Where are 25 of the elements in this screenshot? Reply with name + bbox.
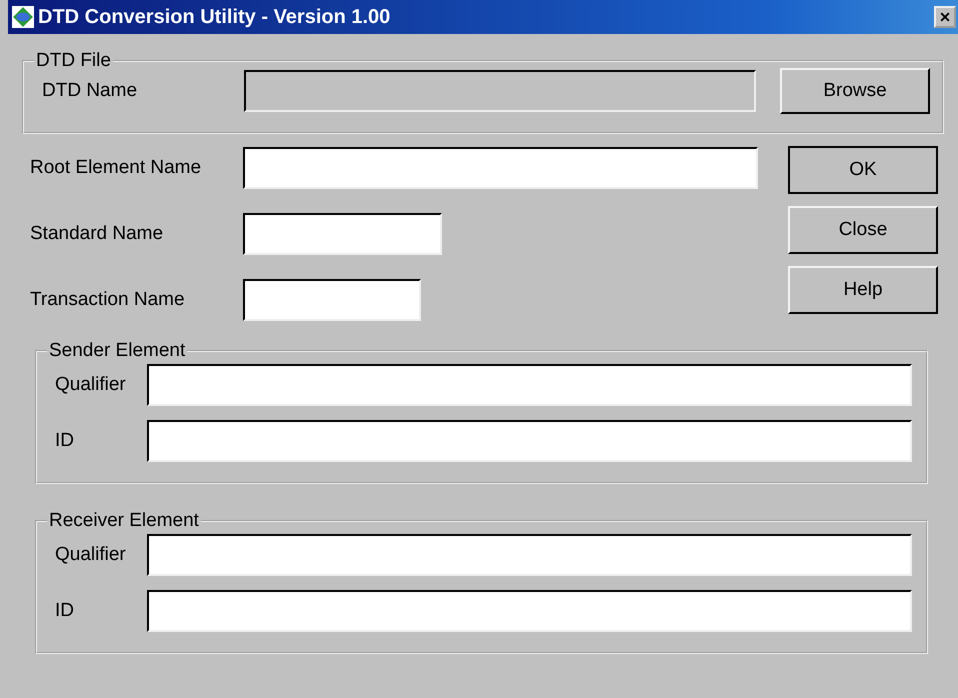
input-field[interactable]: [243, 279, 421, 321]
input-field[interactable]: [147, 590, 912, 632]
field-label: DTD Name: [42, 80, 138, 102]
field-label: ID: [55, 430, 75, 452]
field-label: ID: [55, 600, 75, 622]
group-legend: Receiver Element: [47, 510, 201, 532]
browse-button[interactable]: Browse: [780, 68, 930, 114]
close-button[interactable]: ×: [934, 6, 956, 28]
field-label: Standard Name: [30, 223, 164, 245]
field-label: Qualifier: [55, 544, 127, 566]
input-field[interactable]: [147, 534, 912, 576]
field-label: Transaction Name: [30, 289, 186, 311]
window-title: DTD Conversion Utility - Version 1.00: [38, 6, 392, 28]
field-label: Root Element Name: [30, 157, 202, 179]
field-label: Qualifier: [55, 374, 127, 396]
input-field[interactable]: [243, 147, 758, 189]
dialog-button[interactable]: Close: [788, 206, 938, 254]
input-field[interactable]: [243, 213, 442, 255]
input-field[interactable]: [147, 420, 912, 462]
group-legend: Sender Element: [47, 340, 188, 362]
app-icon: [12, 6, 34, 28]
dialog-button[interactable]: Help: [788, 266, 938, 314]
dialog-button[interactable]: OK: [788, 146, 938, 194]
group-legend: DTD File: [34, 50, 113, 72]
input-field[interactable]: [147, 364, 912, 406]
